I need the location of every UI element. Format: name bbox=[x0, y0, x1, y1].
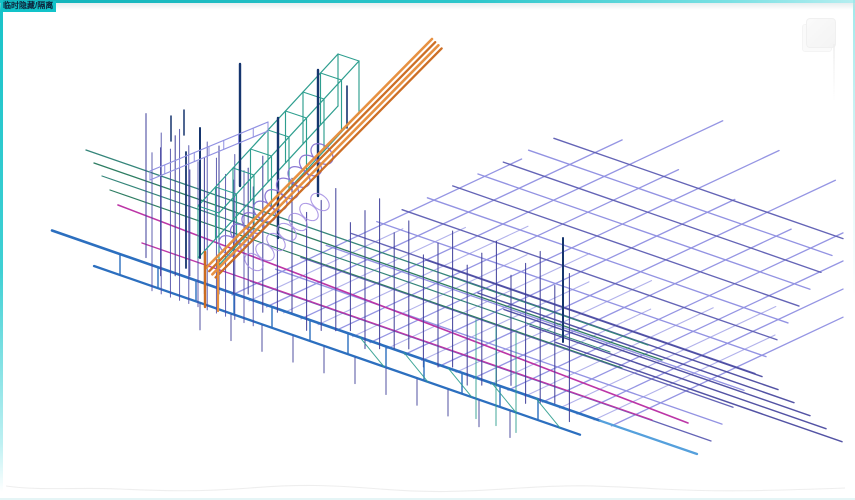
bottom-artifact-line bbox=[5, 484, 846, 493]
viewcube-icon[interactable] bbox=[800, 14, 840, 102]
isolate-frame-left bbox=[0, 0, 3, 492]
viewcube-front-face bbox=[806, 18, 836, 48]
temporary-hide-isolate-badge[interactable]: 临时隐藏/隔离 bbox=[1, 1, 57, 12]
rebar-wireframe-canvas[interactable] bbox=[0, 0, 855, 500]
viewcube-ghost-streak bbox=[833, 44, 835, 102]
vertical-stirrups bbox=[145, 113, 570, 434]
isolate-frame-top bbox=[0, 0, 855, 3]
revit-3d-viewport[interactable]: 临时隐藏/隔离 bbox=[0, 0, 855, 500]
